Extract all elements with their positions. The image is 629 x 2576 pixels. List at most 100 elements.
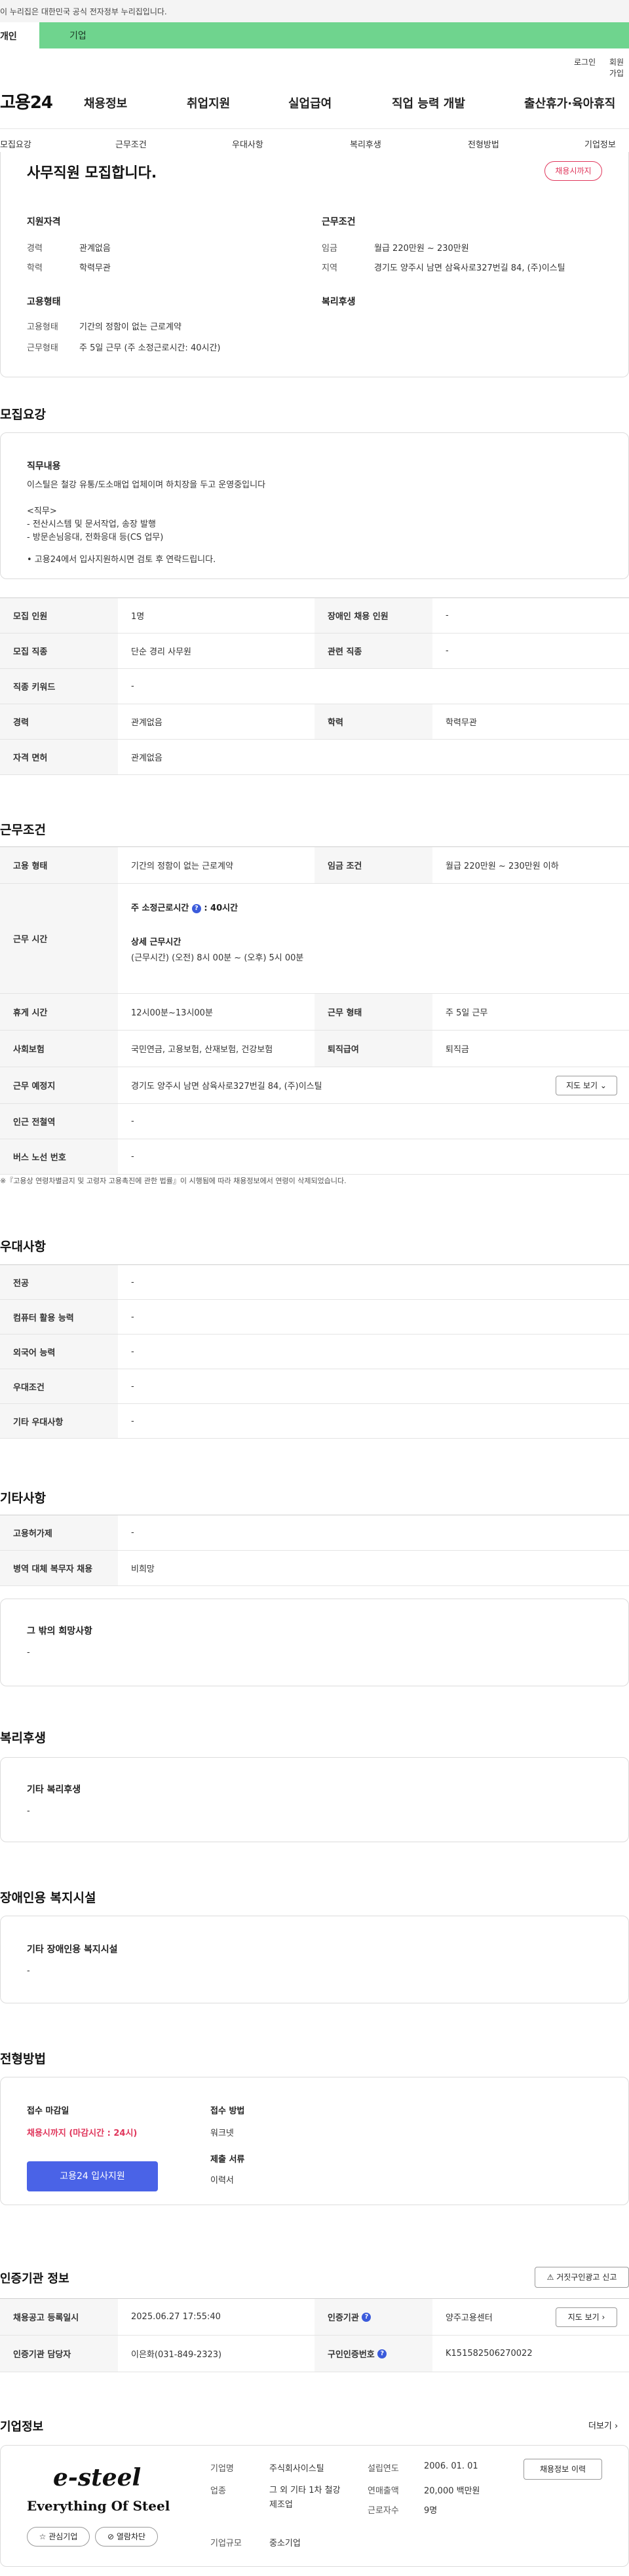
info-icon[interactable]: ?: [362, 2312, 372, 2322]
td-bus: -: [131, 1152, 134, 1162]
th-license: 자격 면허: [0, 740, 118, 774]
tab-person[interactable]: 개인: [0, 22, 39, 48]
process-heading: 전형방법: [0, 2052, 46, 2066]
th-manager: 인증기관 담당자: [0, 2336, 118, 2372]
table-row: 인근 전철역 -: [0, 1104, 629, 1139]
info-icon[interactable]: ?: [377, 2349, 387, 2358]
tab-business[interactable]: 기업: [69, 29, 86, 42]
fav-company-button[interactable]: ☆ 관심기업: [27, 2527, 90, 2547]
table-row: 고용허가제 -: [0, 1515, 629, 1551]
th-insurance: 사회보험: [0, 1031, 118, 1067]
report-ad-button[interactable]: ⚠ 거짓구인광고 신고: [535, 2267, 629, 2288]
th-pref-etc: 기타 우대사항: [0, 1404, 118, 1438]
summary-card: 사무직원 모집합니다. 채용시까지 지원자격 경력 관계없음 학력 학력무관 근…: [0, 152, 629, 377]
map-button[interactable]: 지도 보기 ⌄: [556, 1076, 617, 1095]
subnav-work[interactable]: 근무조건: [115, 138, 147, 150]
table-row: 전공 -: [0, 1265, 629, 1300]
table-row: 컴퓨터 활용 능력 -: [0, 1300, 629, 1335]
th-related-job: 관련 직종: [314, 634, 432, 668]
org-map-label: 지도 보기: [567, 2313, 600, 2322]
th-pref-cond: 우대조건: [0, 1369, 118, 1403]
subnav-process[interactable]: 전형방법: [468, 138, 499, 150]
industry-label: 업종: [210, 2486, 226, 2496]
tab-person-label: 개인: [0, 31, 17, 42]
map-button-label: 지도 보기: [566, 1081, 598, 1090]
deadline-label: 접수 마감일: [27, 2106, 69, 2116]
table-row: 외국어 능력 -: [0, 1335, 629, 1369]
hours-title: 주 소정근로시간: [131, 903, 189, 913]
block-view-button[interactable]: ⊘ 열람차단: [95, 2527, 158, 2547]
info-icon[interactable]: ?: [191, 903, 201, 913]
docs-label: 제출 서류: [210, 2155, 245, 2165]
company-size-value: 중소기업: [269, 2539, 301, 2548]
join-link[interactable]: 회원가입: [609, 56, 629, 79]
th-station: 인근 전철역: [0, 1104, 118, 1139]
th-bus: 버스 노선 번호: [0, 1139, 118, 1174]
gnb-unemployment[interactable]: 실업급여: [288, 94, 332, 111]
subnav-company[interactable]: 기업정보: [584, 138, 616, 150]
qual-heading: 지원자격: [27, 217, 61, 227]
user-type-tabs: 개인 기업: [0, 22, 629, 48]
org-map-button[interactable]: 지도 보기 ›: [556, 2307, 617, 2327]
th-disabled-headcount: 장애인 채용 인원: [314, 598, 432, 633]
recruit-table: 모집 인원 1명 장애인 채용 인원 - 모집 직종 단순 경리 사무원 관련 …: [0, 597, 629, 775]
subnav-welfare[interactable]: 복리후생: [350, 138, 381, 150]
disabled-card: 기타 장애인용 복지시설 -: [0, 1916, 629, 2003]
table-row: 채용공고 등록일시 2025.06.27 17:55:40 인증기관 ? 양주고…: [0, 2299, 629, 2336]
apply-button[interactable]: 고용24 입사지원: [27, 2161, 158, 2191]
gov-banner: 이 누리집은 대한민국 공식 전자정부 누리집입니다.: [0, 0, 629, 22]
th-computer: 컴퓨터 활용 능력: [0, 1300, 118, 1334]
td-org: 양주고용센터: [446, 2313, 493, 2323]
td-insurance: 국민연금, 고용보험, 산재보험, 건강보험: [131, 1045, 273, 1055]
th-org-label: 인증기관: [328, 2313, 359, 2323]
wage-value: 월급 220만원 ~ 230만원: [374, 244, 469, 254]
duty-line-blank: [27, 544, 265, 554]
th-headcount: 모집 인원: [0, 598, 118, 633]
th-place: 근무 예정지: [0, 1067, 118, 1103]
edu-value: 학력무관: [79, 263, 111, 273]
company-heading: 기업정보: [0, 2420, 44, 2434]
subnav-pref[interactable]: 우대사항: [232, 138, 263, 150]
company-card: e-steel Everything Of Steel ☆ 관심기업 ⊘ 열람차…: [0, 2445, 629, 2567]
td-pref-etc: -: [131, 1416, 134, 1426]
th-hours: 근무 시간: [0, 884, 118, 993]
report-ad-label: 거짓구인광고 신고: [556, 2273, 617, 2282]
emp-type-label: 고용형태: [27, 322, 58, 332]
duty-line: - 방문손님응대, 전화응대 등(CS 업무): [27, 533, 164, 542]
th-permit: 고용허가제: [0, 1515, 118, 1550]
login-link[interactable]: 로그인: [574, 56, 596, 67]
company-size-label: 기업규모: [210, 2539, 242, 2548]
work-heading: 근무조건: [0, 823, 46, 837]
gnb-training[interactable]: 직업 능력 개발: [392, 94, 465, 111]
td-emp-type: 기간의 정함이 없는 근로계약: [131, 862, 233, 871]
pref-heading: 우대사항: [0, 1240, 46, 1254]
block-view-label: 열람차단: [116, 2532, 146, 2541]
gnb-maternity[interactable]: 출산휴가·육아휴직: [524, 94, 615, 111]
age-notice: ※『고용상 연령차별금지 및 고령자 고용촉진에 관한 법률』이 시행됨에 따라…: [0, 1177, 347, 1185]
wish-heading: 그 밖의 희망사항: [27, 1626, 92, 1637]
td-severance: 퇴직금: [446, 1045, 469, 1055]
gnb-support[interactable]: 취업지원: [187, 94, 230, 111]
founded-label: 설립연도: [368, 2464, 399, 2474]
job-title: 사무직원 모집합니다.: [27, 165, 157, 181]
history-button[interactable]: 채용정보 이력: [524, 2459, 602, 2480]
welfare-box-heading: 기타 복리후생: [27, 1785, 81, 1795]
site-logo[interactable]: 고용24: [0, 89, 53, 113]
subnav-recruit[interactable]: 모집요강: [0, 138, 31, 150]
th-cert-no: 구인인증번호 ?: [314, 2336, 432, 2372]
wish-value: -: [27, 1648, 30, 1657]
company-logo: e-steel: [53, 2464, 142, 2491]
td-disabled-headcount: -: [446, 611, 449, 620]
detail-hours-value: (근무시간) (오전) 8시 00분 ~ (오후) 5시 00분: [131, 953, 304, 963]
td-manager: 이은화(031-849-2323): [131, 2350, 222, 2360]
td-keyword: -: [131, 681, 134, 691]
wage-label: 임금: [322, 244, 337, 254]
td-major: -: [131, 1277, 134, 1287]
table-row: 근무 예정지 경기도 양주시 남면 삼육사로327번길 84, (주)이스틸 지…: [0, 1067, 629, 1104]
cond-heading: 근무조건: [322, 217, 356, 227]
company-more-link[interactable]: 더보기 ›: [588, 2419, 618, 2431]
disabled-box-heading: 기타 장애인용 복지시설: [27, 1944, 118, 1955]
gnb-jobs[interactable]: 채용정보: [84, 94, 127, 111]
duty-line: - 전산시스템 및 문서작업, 송장 발행: [27, 520, 156, 529]
hours-value: : 40시간: [204, 903, 238, 913]
